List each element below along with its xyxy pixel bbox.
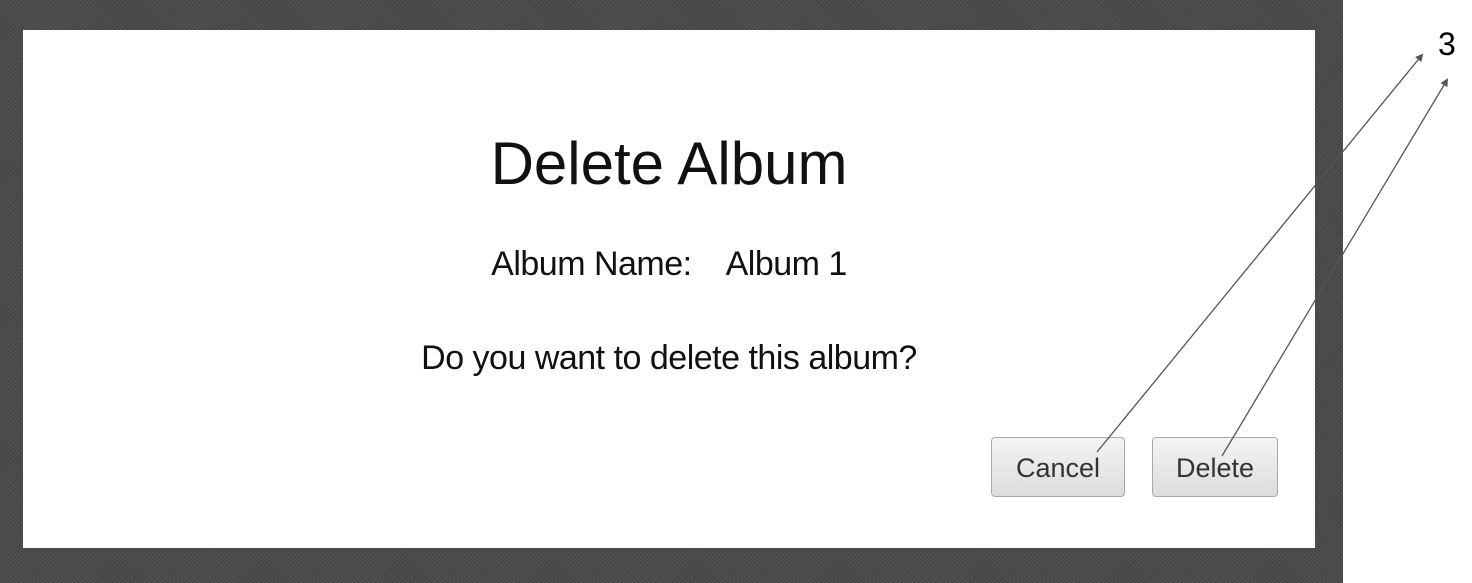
screenshot-stage: Delete Album Album Name: Album 1 Do you w… [0, 0, 1472, 583]
annotation-number: 3 [1438, 26, 1456, 62]
annotation-arrows [1096, 53, 1449, 457]
annotation-arrow-delete [1221, 78, 1449, 457]
